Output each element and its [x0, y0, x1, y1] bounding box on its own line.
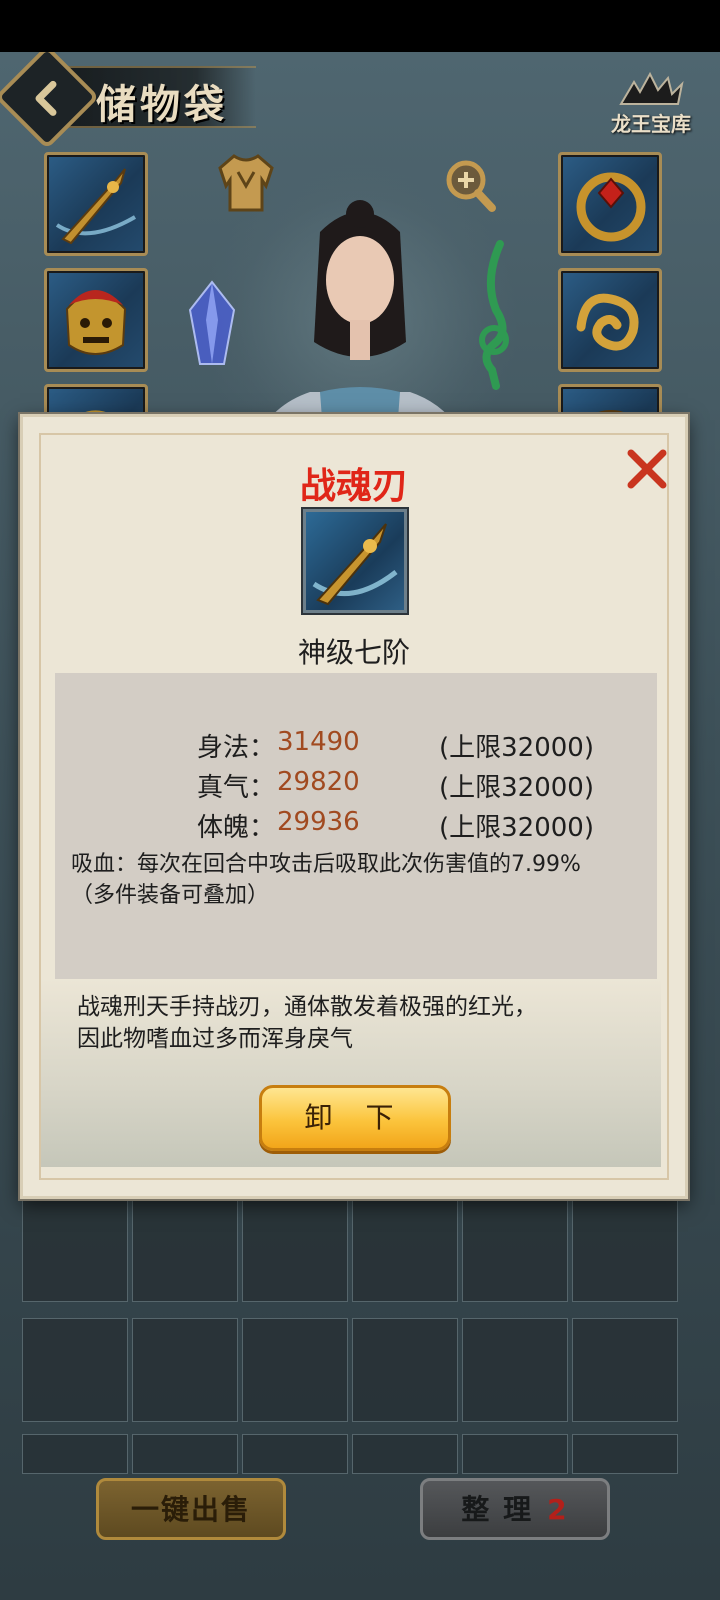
inventory-cell[interactable] [242, 1318, 348, 1422]
inventory-cell[interactable] [462, 1198, 568, 1302]
inventory-cell[interactable] [572, 1434, 678, 1474]
dragon-treasury-label: 龙王宝库 [611, 112, 691, 136]
stat-value: 29820 [277, 767, 360, 797]
storage-bag-screen: 储物袋 龙王宝库 一键出售 整 理 2 战魂刃 神级七阶 身法： 31490 (… [0, 52, 720, 1600]
sell-all-label: 一键出售 [130, 1493, 251, 1526]
stat-row-physique: 体魄： 29936 (上限32000) [55, 807, 657, 843]
stat-label: 体魄： [197, 813, 276, 843]
stat-cap: (上限32000) [439, 773, 594, 803]
inventory-cell[interactable] [352, 1318, 458, 1422]
equip-slot-ornament[interactable] [558, 268, 662, 372]
equip-slot-ring[interactable] [558, 152, 662, 256]
sword-icon [312, 523, 398, 606]
lion-helmet-icon [65, 290, 127, 355]
dragon-treasury-button[interactable]: 龙王宝库 [596, 70, 706, 150]
sword-icon [55, 168, 137, 245]
stat-value: 31490 [277, 727, 360, 757]
item-name: 战魂刃 [299, 466, 408, 507]
inventory-cell[interactable] [22, 1434, 128, 1474]
lifesteal-description: 吸血：每次在回合中攻击后吸取此次伤害值的7.99% （多件装备可叠加） [71, 849, 651, 911]
inventory-cell[interactable] [572, 1318, 678, 1422]
status-bar [0, 0, 720, 52]
inventory-cell[interactable] [132, 1318, 238, 1422]
lore-line: 因此物嗜血过多而浑身戾气 [77, 1026, 353, 1052]
chevron-left-icon [35, 80, 57, 116]
inventory-cell[interactable] [132, 1434, 238, 1474]
inventory-cell[interactable] [572, 1198, 678, 1302]
stat-row-agility: 身法： 31490 (上限32000) [55, 727, 657, 763]
inventory-cell[interactable] [242, 1198, 348, 1302]
sort-label: 整 理 [461, 1493, 534, 1526]
inventory-cell[interactable] [132, 1198, 238, 1302]
inventory-cell[interactable] [242, 1434, 348, 1474]
inventory-cell[interactable] [462, 1318, 568, 1422]
lifesteal-line: 吸血：每次在回合中攻击后吸取此次伤害值的7.99% [71, 852, 581, 877]
sell-all-button[interactable]: 一键出售 [96, 1478, 286, 1540]
inventory-cell[interactable] [352, 1434, 458, 1474]
jade-ornament-icon [576, 293, 639, 351]
page-title: 储物袋 [96, 81, 228, 128]
lore-line: 战魂刑天手持战刃，通体散发着极强的红光， [77, 994, 537, 1020]
stat-cap: (上限32000) [439, 813, 594, 843]
item-icon-frame [303, 509, 407, 613]
equip-slot-weapon[interactable] [44, 152, 148, 256]
inventory-cell[interactable] [462, 1434, 568, 1474]
ring-icon [576, 172, 646, 242]
dragon-logo-icon [619, 71, 684, 105]
item-detail-popup: 战魂刃 神级七阶 身法： 31490 (上限32000) 真气： 29820 (… [20, 414, 688, 1199]
stat-row-qi: 真气： 29820 (上限32000) [55, 767, 657, 803]
equip-slot-helmet[interactable] [44, 268, 148, 372]
lifesteal-note: （多件装备可叠加） [71, 883, 270, 908]
stat-cap: (上限32000) [439, 733, 594, 763]
sort-button[interactable]: 整 理 2 [420, 1478, 610, 1540]
sort-count-badge: 2 [547, 1493, 569, 1526]
stat-value: 29936 [277, 807, 360, 837]
stat-label: 真气： [197, 773, 276, 803]
inventory-cell[interactable] [22, 1198, 128, 1302]
inventory-cell[interactable] [22, 1318, 128, 1422]
unequip-button[interactable]: 卸 下 [259, 1085, 451, 1151]
inventory-cell[interactable] [352, 1198, 458, 1302]
stat-label: 身法： [197, 733, 276, 763]
item-lore: 战魂刑天手持战刃，通体散发着极强的红光， 因此物嗜血过多而浑身戾气 [77, 991, 637, 1055]
stats-panel: 身法： 31490 (上限32000) 真气： 29820 (上限32000) … [55, 673, 657, 979]
item-grade: 神级七阶 [297, 636, 410, 669]
